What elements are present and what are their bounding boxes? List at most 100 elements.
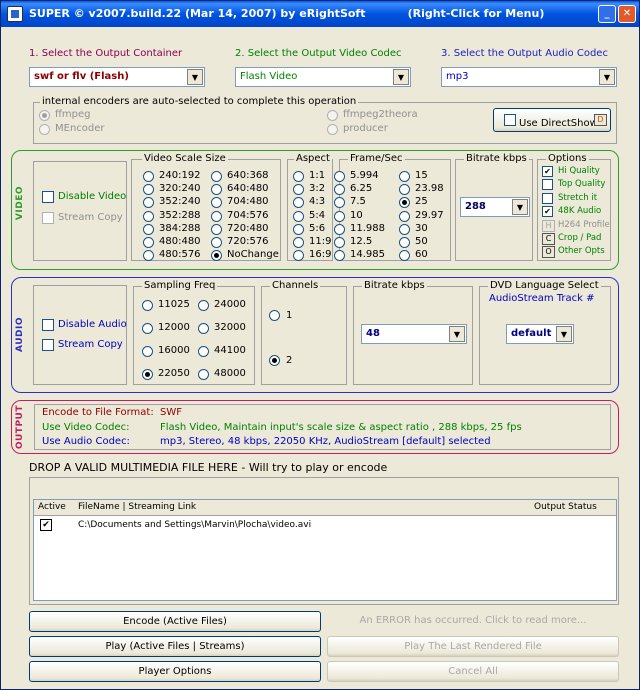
encoder-producer-radio[interactable] <box>327 124 338 135</box>
fps-option-radio[interactable] <box>334 237 345 248</box>
scale-option-label: 480:480 <box>159 236 201 247</box>
encode-button[interactable]: Encode (Active Files) <box>29 611 321 632</box>
fps-option-label: 6.25 <box>350 183 373 195</box>
output-format-label: Encode to File Format: <box>42 407 154 418</box>
encoder-ffmpeg2theora-radio[interactable] <box>327 110 338 121</box>
cancel-all-button[interactable]: Cancel All <box>327 661 619 682</box>
option-button-icon[interactable]: H <box>542 219 555 232</box>
chevron-down-icon[interactable]: ▼ <box>512 199 528 215</box>
video-codec-select[interactable]: Flash Video ▼ <box>235 67 411 87</box>
option-checkbox[interactable]: ✔ <box>542 166 553 177</box>
scale-option-radio[interactable] <box>143 237 154 248</box>
dvd-track-select[interactable]: default ▼ <box>506 324 574 344</box>
video-bitrate-select[interactable]: 288 ▼ <box>460 197 530 217</box>
app-logo-icon[interactable] <box>7 6 23 22</box>
fps-option-label: 5.994 <box>350 170 379 181</box>
play-last-button[interactable]: Play The Last Rendered File <box>327 636 619 657</box>
channel-radio[interactable] <box>269 310 280 321</box>
file-path[interactable]: C:\Documents and Settings\Marvin\Plocha\… <box>78 520 311 530</box>
fps-option-radio[interactable] <box>334 223 345 235</box>
disable-audio-checkbox[interactable] <box>42 319 54 331</box>
fps-option-radio[interactable] <box>399 210 410 222</box>
output-video-label: Use Video Codec: <box>42 422 130 433</box>
chevron-down-icon[interactable]: ▼ <box>449 326 465 342</box>
scale-option-radio[interactable] <box>143 223 154 235</box>
option-checkbox[interactable] <box>542 179 553 191</box>
aspect-option-radio[interactable] <box>293 210 304 222</box>
scale-option-radio[interactable] <box>211 210 222 222</box>
audio-codec-select[interactable]: mp3 ▼ <box>441 67 617 87</box>
close-button[interactable]: ✕ <box>618 5 636 23</box>
aspect-option-label: 5:4 <box>309 209 326 221</box>
audio-bitrate-title: Bitrate kbps <box>362 280 427 291</box>
freq-option-radio[interactable] <box>142 369 153 380</box>
aspect-option-radio[interactable] <box>293 171 304 182</box>
option-label: Top Quality <box>558 179 606 190</box>
file-active-checkbox[interactable]: ✔ <box>40 519 52 531</box>
freq-option-label: 32000 <box>214 322 246 333</box>
scale-option-radio[interactable] <box>211 223 222 235</box>
chevron-down-icon[interactable]: ▼ <box>599 69 615 85</box>
freq-option-radio[interactable] <box>198 369 209 380</box>
file-list[interactable]: Active FileName | Streaming Link Output … <box>33 499 617 601</box>
freq-option-radio[interactable] <box>198 346 209 357</box>
freq-option-radio[interactable] <box>142 300 153 311</box>
audio-stream-copy-checkbox[interactable] <box>42 339 54 351</box>
chevron-down-icon[interactable]: ▼ <box>556 326 572 342</box>
error-link[interactable]: An ERROR has occurred. Click to read mor… <box>327 611 619 632</box>
scale-option-label: 704:576 <box>227 209 269 221</box>
option-checkbox[interactable]: ✔ <box>542 206 553 218</box>
play-button[interactable]: Play (Active Files | Streams) <box>29 636 321 657</box>
freq-option-radio[interactable] <box>142 323 153 334</box>
disable-video-checkbox[interactable] <box>42 191 54 203</box>
column-filename[interactable]: FileName | Streaming Link <box>78 502 196 512</box>
column-output-status[interactable]: Output Status <box>534 502 597 512</box>
video-stream-copy-checkbox[interactable] <box>42 212 54 224</box>
fps-option-label: 10 <box>350 209 363 221</box>
freq-option-radio[interactable] <box>142 346 153 357</box>
scale-option-radio[interactable] <box>143 210 154 222</box>
aspect-option-radio[interactable] <box>293 223 304 235</box>
freq-option-radio[interactable] <box>198 300 209 311</box>
scale-option-label: 352:240 <box>159 196 201 208</box>
container-select[interactable]: swf or flv (Flash) ▼ <box>29 67 205 87</box>
use-directshow-button[interactable]: Use DirectShow D <box>493 108 611 132</box>
encoder-mencoder-radio[interactable] <box>39 124 50 135</box>
channel-radio[interactable] <box>269 355 280 366</box>
column-active[interactable]: Active <box>38 502 66 512</box>
directshow-label: Use DirectShow <box>519 118 598 129</box>
freq-option-radio[interactable] <box>198 323 209 334</box>
chevron-down-icon[interactable]: ▼ <box>393 69 409 85</box>
fps-option-radio[interactable] <box>334 171 345 182</box>
encoder-ffmpeg-radio[interactable] <box>39 110 50 121</box>
aspect-option-radio[interactable] <box>293 237 304 248</box>
window-title: SUPER © v2007.build.22 (Mar 14, 2007) by… <box>29 7 545 20</box>
video-scale-title: Video Scale Size <box>142 153 228 164</box>
video-stream-copy-label: Stream Copy <box>58 212 123 223</box>
fps-option-radio[interactable] <box>399 237 410 248</box>
fps-option-radio[interactable] <box>399 223 410 235</box>
video-codec-select-value: Flash Video <box>240 71 298 82</box>
title-bar[interactable]: SUPER © v2007.build.22 (Mar 14, 2007) by… <box>1 1 639 27</box>
scale-option-label: NoChange <box>227 249 279 261</box>
directshow-icon: D <box>594 114 607 126</box>
container-select-value: swf or flv (Flash) <box>34 71 129 82</box>
fps-option-radio[interactable] <box>399 171 410 182</box>
option-button-icon[interactable]: O <box>542 246 555 259</box>
minimize-button[interactable]: _ <box>598 5 616 23</box>
directshow-checkbox[interactable] <box>504 114 516 126</box>
dvd-audio-track-label: AudioStream Track # <box>489 293 595 304</box>
option-button-icon[interactable]: C <box>542 233 555 245</box>
scale-option-label: 384:288 <box>159 222 201 234</box>
player-options-button[interactable]: Player Options <box>29 661 321 682</box>
chevron-down-icon[interactable]: ▼ <box>187 69 203 85</box>
output-format-value: SWF <box>160 407 182 418</box>
audio-bitrate-select[interactable]: 48 ▼ <box>361 324 467 344</box>
scale-option-radio[interactable] <box>143 171 154 182</box>
encoders-group-title: internal encoders are auto-selected to c… <box>40 96 359 107</box>
freq-option-label: 48000 <box>214 368 246 379</box>
scale-option-radio[interactable] <box>211 237 222 248</box>
fps-option-radio[interactable] <box>334 210 345 222</box>
scale-option-radio[interactable] <box>211 171 222 182</box>
option-checkbox[interactable] <box>542 192 553 204</box>
